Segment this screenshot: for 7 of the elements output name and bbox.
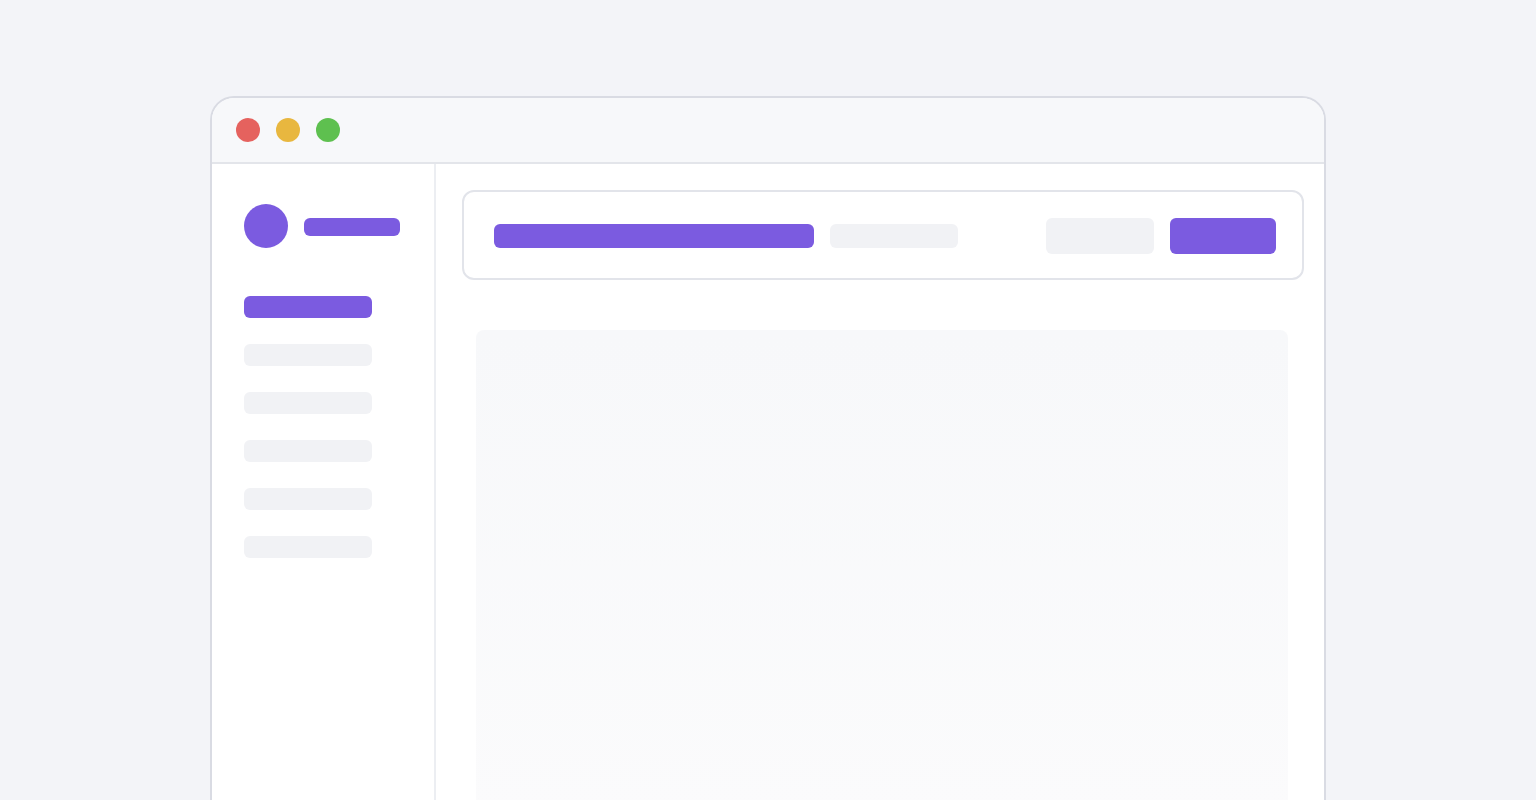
avatar-icon	[244, 204, 288, 248]
zoom-button[interactable]	[316, 118, 340, 142]
primary-button[interactable]	[1170, 217, 1276, 253]
sidebar-item[interactable]	[244, 296, 372, 318]
minimize-button[interactable]	[276, 118, 300, 142]
brand-bar	[304, 217, 400, 235]
close-button[interactable]	[236, 118, 260, 142]
